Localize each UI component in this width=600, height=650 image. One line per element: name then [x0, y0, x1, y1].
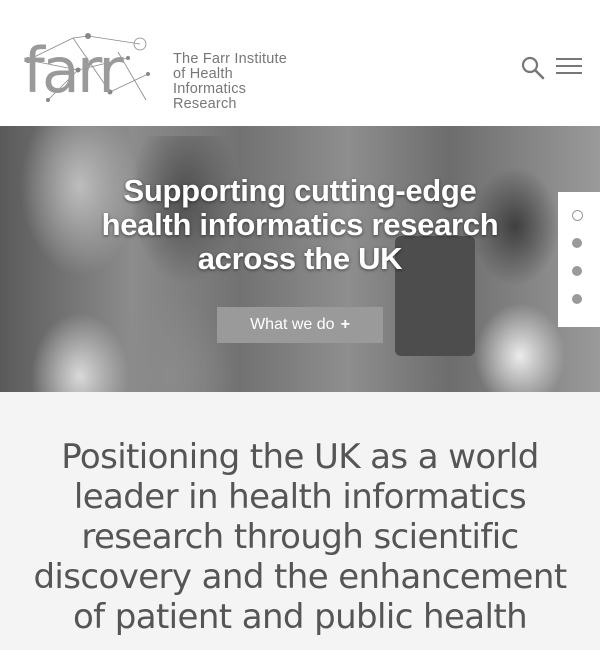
slider-dot-3[interactable]: [572, 266, 582, 276]
logo-subtitle: The Farr Institute of Health Informatics…: [173, 52, 308, 112]
plus-icon: +: [340, 316, 350, 333]
slider-pagination: [558, 192, 600, 327]
hero-headline-line-3: across the UK: [197, 241, 403, 276]
hamburger-menu-icon: [556, 58, 582, 74]
farr-logo-mark: farr: [23, 33, 150, 106]
slider-dot-2[interactable]: [572, 238, 582, 248]
mission-statement: Positioning the UK as a world leader in …: [33, 437, 567, 637]
mission-section: Positioning the UK as a world leader in …: [0, 392, 600, 650]
logo-line-2: of Health Informatics: [173, 66, 247, 97]
site-header: farr The Farr Institute of Health Inform…: [0, 0, 600, 126]
hero-headline: Supporting cutting-edge health informati…: [0, 174, 600, 276]
search-button[interactable]: [520, 55, 546, 81]
hero-headline-line-1: Supporting cutting-edge: [123, 173, 477, 208]
slider-dot-4[interactable]: [572, 294, 582, 304]
menu-button[interactable]: [556, 58, 582, 78]
farr-logo[interactable]: farr The Farr Institute of Health Inform…: [18, 30, 308, 112]
logo-word: farr: [23, 34, 124, 106]
slider-dot-1[interactable]: [572, 210, 583, 221]
hero-headline-line-2: health informatics research: [101, 207, 499, 242]
logo-line-1: The Farr Institute: [173, 51, 287, 67]
logo-line-3: Research: [173, 96, 237, 112]
search-icon: [521, 56, 545, 80]
what-we-do-button[interactable]: What we do +: [217, 307, 383, 343]
what-we-do-label: What we do: [250, 316, 335, 333]
hero-banner: Supporting cutting-edge health informati…: [0, 126, 600, 392]
